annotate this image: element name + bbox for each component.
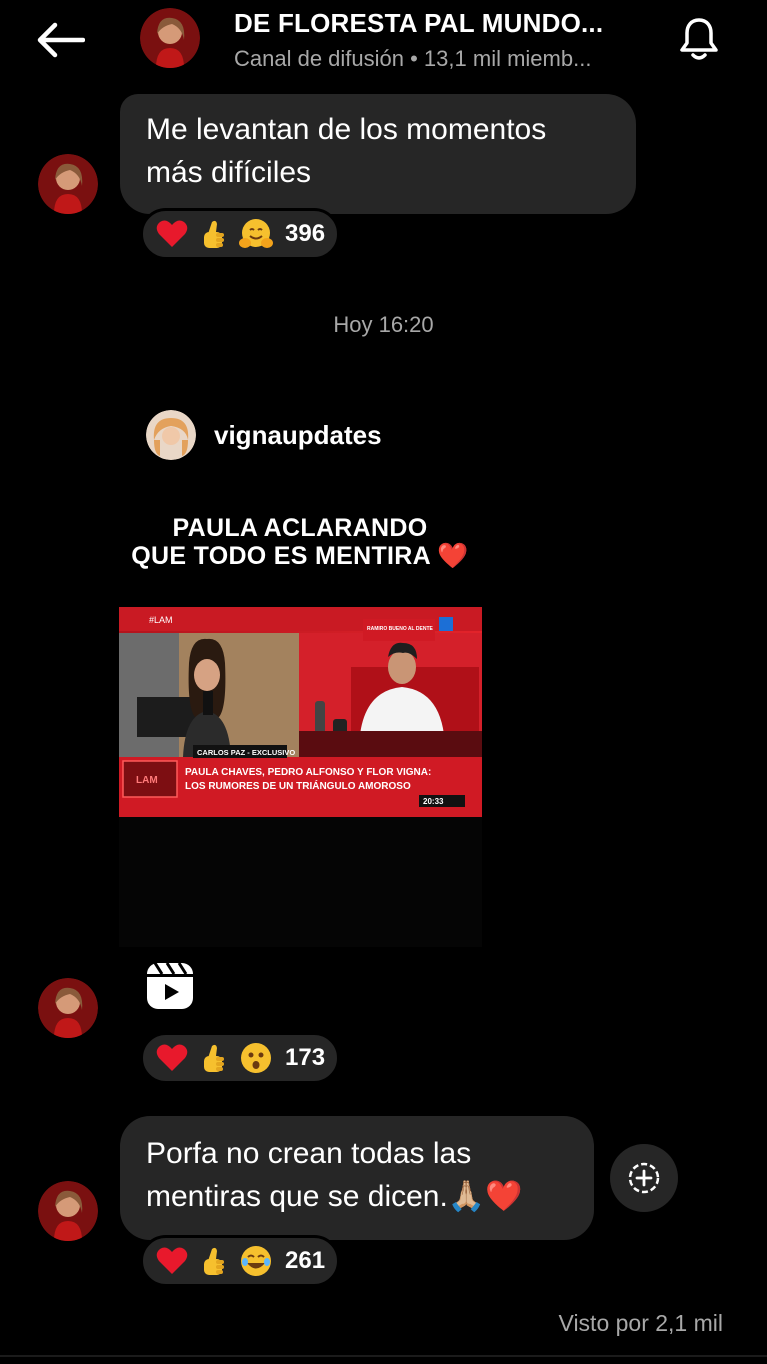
channel-avatar[interactable] — [140, 8, 200, 68]
red-heart-icon — [155, 217, 189, 251]
video-tag: #LAM — [149, 615, 173, 625]
shared-video-lower-area[interactable] — [119, 817, 482, 947]
message-bubble[interactable]: Me levantan de los momentos más difícile… — [120, 94, 636, 214]
channel-title[interactable]: DE FLORESTA PAL MUNDO... — [234, 8, 603, 39]
chat-screen: DE FLORESTA PAL MUNDO... Canal de difusi… — [0, 0, 767, 1364]
back-arrow-icon — [37, 22, 85, 58]
caption-line: PAULA ACLARANDO — [172, 514, 428, 542]
sender-avatar[interactable] — [38, 154, 98, 214]
sender-avatar[interactable] — [38, 978, 98, 1038]
reaction-count: 173 — [285, 1044, 326, 1071]
notifications-button[interactable] — [674, 14, 724, 64]
red-heart-icon — [155, 1041, 189, 1075]
joy-face-icon — [239, 1244, 273, 1278]
video-clock: 20:33 — [423, 797, 444, 806]
caption-line: QUE TODO ES MENTIRA ❤️ — [131, 542, 469, 570]
video-location: CARLOS PAZ - EXCLUSIVO — [197, 748, 295, 757]
bell-icon — [680, 18, 718, 60]
red-heart-icon — [155, 1244, 189, 1278]
message-bubble[interactable]: Porfa no crean todas las mentiras que se… — [120, 1116, 594, 1240]
shared-username[interactable]: vignaupdates — [214, 420, 382, 451]
reactions-bar[interactable]: 261 — [140, 1235, 341, 1287]
hugging-face-icon — [239, 217, 273, 251]
reactions-bar[interactable]: 173 — [140, 1032, 341, 1084]
shared-video-thumbnail[interactable]: #LAM RAMIRO BUENO AL DENTE LAM CARLOS PA… — [119, 607, 482, 817]
message-text-line: Porfa no crean todas las — [146, 1137, 472, 1170]
video-headline-line: LOS RUMORES DE UN TRIÁNGULO AMOROSO — [185, 779, 411, 792]
back-button[interactable] — [30, 18, 90, 62]
sender-avatar[interactable] — [38, 1181, 98, 1241]
reel-icon[interactable] — [146, 962, 194, 1010]
reaction-count: 261 — [285, 1247, 326, 1274]
video-corner-text: RAMIRO BUENO AL DENTE — [367, 626, 434, 632]
shared-post-caption: PAULA ACLARANDO QUE TODO ES MENTIRA ❤️ — [120, 514, 480, 570]
thumbs-up-icon — [197, 1041, 231, 1075]
reactions-bar[interactable]: 396 — [140, 208, 341, 260]
video-headline-line: PAULA CHAVES, PEDRO ALFONSO Y FLOR VIGNA… — [185, 767, 431, 778]
message-text-line: mentiras que se dicen.🙏🏼❤️ — [146, 1180, 523, 1213]
add-circle-icon — [628, 1162, 660, 1194]
shared-user-avatar[interactable] — [146, 410, 196, 460]
reaction-count: 396 — [285, 220, 326, 247]
channel-subtitle[interactable]: Canal de difusión • 13,1 mil miemb... — [234, 46, 591, 72]
message-text-line: Me levantan de los momentos — [146, 113, 547, 146]
seen-by-status[interactable]: Visto por 2,1 mil — [559, 1310, 723, 1337]
add-reaction-button[interactable] — [610, 1144, 678, 1212]
video-logo: LAM — [136, 775, 158, 786]
astonished-face-icon — [239, 1041, 273, 1075]
message-text-line: más difíciles — [146, 156, 312, 189]
thumbs-up-icon — [197, 217, 231, 251]
thumbs-up-icon — [197, 1244, 231, 1278]
channel-header: DE FLORESTA PAL MUNDO... Canal de difusi… — [0, 0, 767, 88]
divider — [0, 1355, 767, 1357]
timestamp-divider: Hoy 16:20 — [333, 312, 434, 337]
